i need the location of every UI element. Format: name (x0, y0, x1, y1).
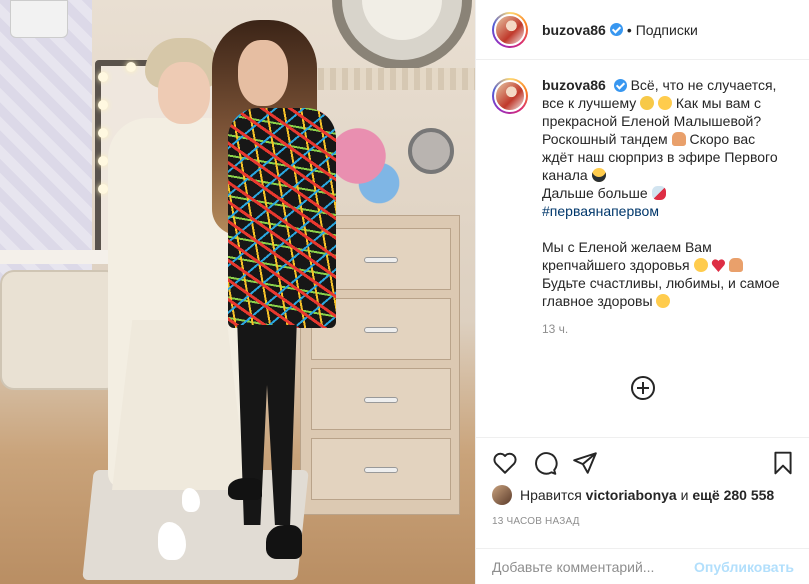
woman-face (158, 62, 210, 124)
verified-badge-icon (613, 79, 627, 92)
caption-line: Скоро вас (689, 131, 756, 147)
author-avatar[interactable] (492, 11, 528, 48)
folded-hands-emoji-icon (671, 132, 686, 146)
post-side-panel: buzova86 • Подписки buzova86 Всё, что не… (475, 0, 809, 584)
caption-text: buzova86 Всё, что не случается, все к лу… (542, 76, 792, 310)
black-heel (266, 525, 302, 559)
mirror-bulb (98, 128, 108, 138)
caption-line: Роскошный тандем (542, 131, 668, 147)
caption: buzova86 Всё, что не случается, все к лу… (492, 76, 795, 310)
caption-timestamp: 13 ч. (542, 322, 569, 336)
liker-username[interactable]: victoriabonya (586, 487, 677, 503)
plus-circle-icon[interactable] (631, 376, 655, 400)
vanity-mirror (408, 128, 454, 174)
caption-line: Дальше больше (542, 185, 648, 201)
mirror-bulb (98, 72, 108, 82)
mirror-bulb (98, 156, 108, 166)
caption-username[interactable]: buzova86 (542, 77, 606, 93)
share-icon[interactable] (572, 450, 598, 476)
likes-prefix: Нравится (520, 487, 582, 503)
action-bar (476, 437, 809, 487)
caption-author-avatar[interactable] (492, 78, 528, 114)
rocket-emoji-icon (651, 186, 666, 200)
hugging-emoji-icon (693, 258, 708, 272)
comment-icon[interactable] (532, 450, 558, 476)
post-photo[interactable] (0, 0, 475, 584)
caption-line: Всё, что не случается, (630, 77, 777, 93)
smiling-emoji-icon (656, 294, 671, 308)
caption-line: Как мы вам с (675, 95, 762, 111)
hashtag-link[interactable]: #перваянапервом (542, 203, 659, 219)
caption-line: прекрасной Еленой Малышевой? (542, 113, 762, 129)
post-timestamp[interactable]: 13 ЧАСОВ НАЗАД (492, 516, 580, 527)
add-comment-bar: Опубликовать (476, 548, 809, 584)
sunglasses-emoji-icon (591, 168, 606, 182)
publish-button[interactable]: Опубликовать (694, 559, 794, 575)
likes-count[interactable]: ещё 280 558 (692, 487, 774, 503)
toys (330, 120, 400, 210)
caption-line: все к лучшему (542, 95, 637, 111)
liker-avatar[interactable] (492, 485, 512, 505)
red-heart-emoji-icon (711, 259, 725, 272)
woman-white-dress-skirt (112, 320, 247, 490)
woman-face (238, 40, 288, 106)
separator-dot: • (626, 21, 632, 38)
salon-chair (0, 270, 120, 390)
black-heel (228, 478, 262, 500)
caption-line: Мы с Еленой желаем Вам (542, 239, 712, 255)
caption-line: канала (542, 167, 588, 183)
author-username[interactable]: buzova86 (542, 22, 606, 38)
smiling-hearts-emoji-icon (658, 96, 673, 110)
folded-hands-emoji-icon (729, 258, 744, 272)
caption-line: главное здоровы (542, 293, 653, 309)
mirror-bulb (126, 62, 136, 72)
caption-line: крепчайшего здоровья (542, 257, 690, 273)
caption-line: Будьте счастливы, любимы, и самое (542, 275, 780, 291)
verified-badge-icon (609, 23, 623, 36)
caption-line: ждёт наш сюрприз в эфире Первого (542, 149, 778, 165)
air-conditioner (10, 0, 68, 38)
comment-input[interactable] (492, 558, 695, 575)
likes-connector: и (680, 487, 689, 503)
likes-summary[interactable]: Нравится victoriabonya и ещё 280 558 (492, 485, 774, 505)
wall-clock (332, 0, 472, 70)
mirror-bulb (98, 184, 108, 194)
sequin-dress (228, 108, 336, 328)
shelf (300, 68, 475, 90)
star-struck-emoji-icon (640, 96, 655, 110)
following-button[interactable]: Подписки (636, 22, 698, 38)
heart-icon[interactable] (492, 450, 518, 476)
mirror-bulb (98, 100, 108, 110)
bookmark-icon[interactable] (770, 450, 796, 476)
post-header: buzova86 • Подписки (476, 0, 809, 60)
